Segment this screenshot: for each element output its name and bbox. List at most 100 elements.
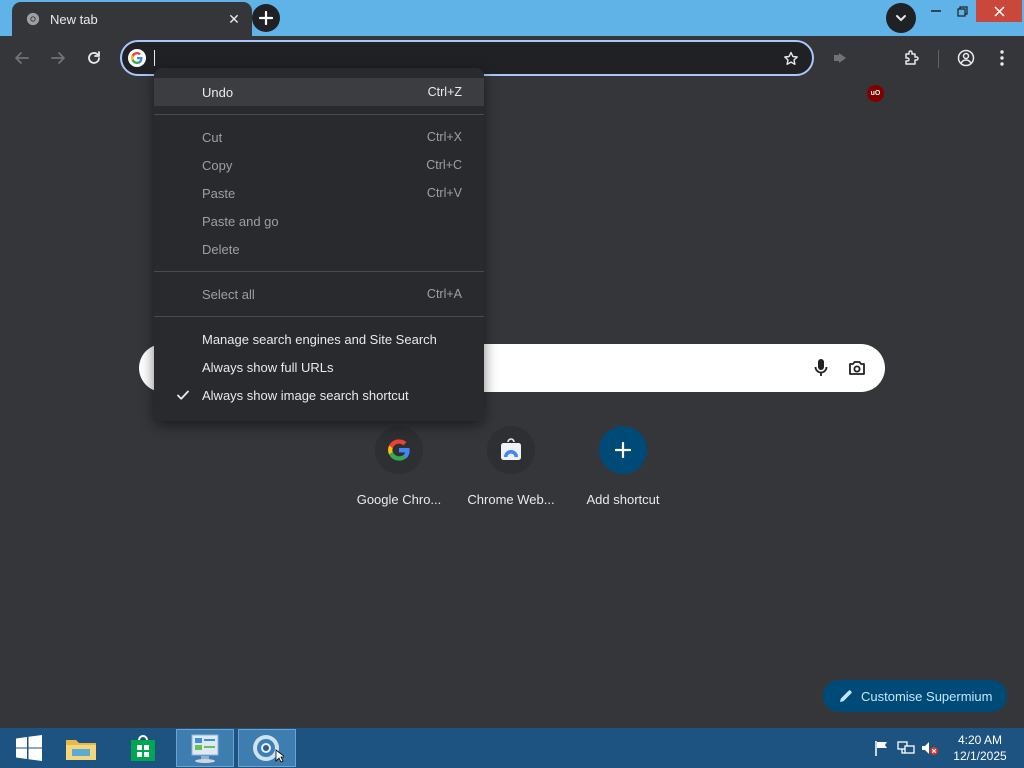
profile-button[interactable] [954, 46, 978, 70]
plus-icon [615, 442, 631, 458]
voice-search-button[interactable] [809, 356, 833, 380]
network-icon [897, 741, 915, 754]
shortcut-chrome-web-store[interactable]: Chrome Web... [455, 426, 567, 522]
menu-item-paste-and-go[interactable]: Paste and go [154, 207, 484, 235]
chevron-down-icon [896, 15, 906, 22]
customise-button[interactable]: Customise Supermium [823, 680, 1007, 712]
extensions-button[interactable] [900, 46, 924, 70]
volume-muted-icon [922, 742, 938, 755]
menu-item-copy[interactable]: Copy Ctrl+C [154, 151, 484, 179]
title-bar: New tab ✕ [0, 0, 1024, 36]
menu-item-label: Paste [202, 185, 236, 201]
image-search-button[interactable] [845, 356, 869, 380]
menu-item-label: Cut [202, 129, 223, 145]
add-shortcut-button[interactable]: Add shortcut [567, 426, 679, 522]
taskbar-file-explorer[interactable] [52, 729, 110, 767]
text-caret [154, 50, 155, 66]
plus-icon [259, 11, 273, 25]
ublock-extension-icon[interactable]: uO [867, 85, 884, 102]
clock-date: 12/1/2025 [953, 749, 1007, 763]
arrow-left-icon [15, 52, 29, 64]
menu-item-label: Select all [202, 286, 255, 302]
back-button[interactable] [10, 46, 34, 70]
taskbar: 4:20 AM 12/1/2025 [0, 728, 1024, 768]
close-window-button[interactable] [976, 0, 1022, 22]
menu-separator [154, 114, 484, 115]
network-tray-icon[interactable] [897, 740, 915, 756]
shortcut-google-chrome[interactable]: Google Chro... [343, 426, 455, 522]
menu-item-label: Delete [202, 241, 240, 257]
browser-app-icon [253, 735, 284, 763]
check-icon [177, 390, 189, 400]
shortcut-icon-tile [487, 426, 535, 474]
menu-item-paste[interactable]: Paste Ctrl+V [154, 179, 484, 207]
new-tab-button[interactable] [252, 4, 280, 32]
bookmark-star-button[interactable] [780, 48, 802, 70]
menu-item-label: Undo [202, 84, 234, 100]
restore-button[interactable] [950, 0, 974, 22]
clock-time: 4:20 AM [957, 733, 1003, 747]
flag-icon [875, 741, 887, 756]
shortcut-label: Chrome Web... [467, 492, 555, 507]
forward-button[interactable] [46, 46, 70, 70]
tab-title: New tab [50, 11, 98, 27]
folder-icon [66, 740, 96, 760]
start-button[interactable] [0, 729, 58, 767]
shortcut-icon-tile [375, 426, 423, 474]
menu-item-label: Always show full URLs [202, 359, 334, 375]
kebab-menu-icon [1000, 50, 1004, 66]
menu-item-undo[interactable]: Undo Ctrl+Z [154, 78, 484, 106]
taskbar-clock[interactable]: 4:20 AM 12/1/2025 [948, 732, 1012, 764]
puzzle-icon [905, 50, 919, 65]
star-icon [784, 51, 798, 65]
extension-button-1[interactable] [828, 46, 852, 70]
close-icon [993, 5, 1005, 17]
address-input[interactable] [152, 46, 752, 70]
toolbar-separator [938, 50, 939, 68]
menu-item-shortcut: Ctrl+A [426, 287, 462, 301]
menu-item-always-show-image-search-shortcut[interactable]: Always show image search shortcut [154, 381, 484, 409]
shortcut-label: Add shortcut [586, 492, 660, 507]
taskbar-control-panel[interactable] [176, 729, 234, 767]
reload-button[interactable] [82, 46, 106, 70]
menu-item-select-all[interactable]: Select all Ctrl+A [154, 280, 484, 308]
taskbar-browser[interactable] [238, 729, 296, 767]
menu-item-always-show-full-urls[interactable]: Always show full URLs [154, 353, 484, 381]
tab-search-button[interactable] [886, 3, 916, 33]
menu-item-label: Manage search engines and Site Search [202, 331, 437, 347]
menu-item-delete[interactable]: Delete [154, 235, 484, 263]
menu-separator [154, 271, 484, 272]
windows-logo-icon [16, 735, 42, 761]
chrome-web-store-icon [501, 438, 521, 460]
action-center-flag-icon[interactable] [873, 740, 891, 756]
menu-item-shortcut: Ctrl+C [426, 158, 462, 172]
control-panel-icon [191, 734, 219, 763]
pencil-icon [840, 690, 852, 702]
menu-button[interactable] [990, 46, 1014, 70]
extension-generic-icon [834, 53, 846, 63]
customise-label: Customise Supermium [861, 688, 993, 704]
volume-tray-icon[interactable] [921, 740, 939, 756]
google-g-icon [128, 49, 146, 67]
menu-item-manage-search-engines[interactable]: Manage search engines and Site Search [154, 325, 484, 353]
chrome-favicon-icon [26, 12, 40, 26]
menu-item-label: Always show image search shortcut [202, 387, 409, 403]
menu-separator [154, 316, 484, 317]
store-bag-icon [131, 735, 155, 761]
minimize-icon [931, 10, 941, 12]
profile-icon [957, 49, 975, 67]
menu-item-shortcut: Ctrl+V [426, 186, 462, 200]
arrow-right-icon [51, 52, 65, 64]
shortcut-icon-tile [599, 426, 647, 474]
menu-item-shortcut: Ctrl+X [426, 130, 462, 144]
minimize-button[interactable] [924, 0, 948, 22]
camera-icon [849, 361, 865, 375]
restore-icon [956, 5, 968, 17]
menu-item-label: Paste and go [202, 213, 279, 229]
menu-item-label: Copy [202, 157, 233, 173]
tab-close-icon[interactable]: ✕ [226, 11, 242, 27]
tab-new-tab[interactable]: New tab ✕ [12, 2, 252, 36]
menu-item-shortcut: Ctrl+Z [427, 85, 462, 99]
taskbar-store[interactable] [114, 729, 172, 767]
menu-item-cut[interactable]: Cut Ctrl+X [154, 123, 484, 151]
